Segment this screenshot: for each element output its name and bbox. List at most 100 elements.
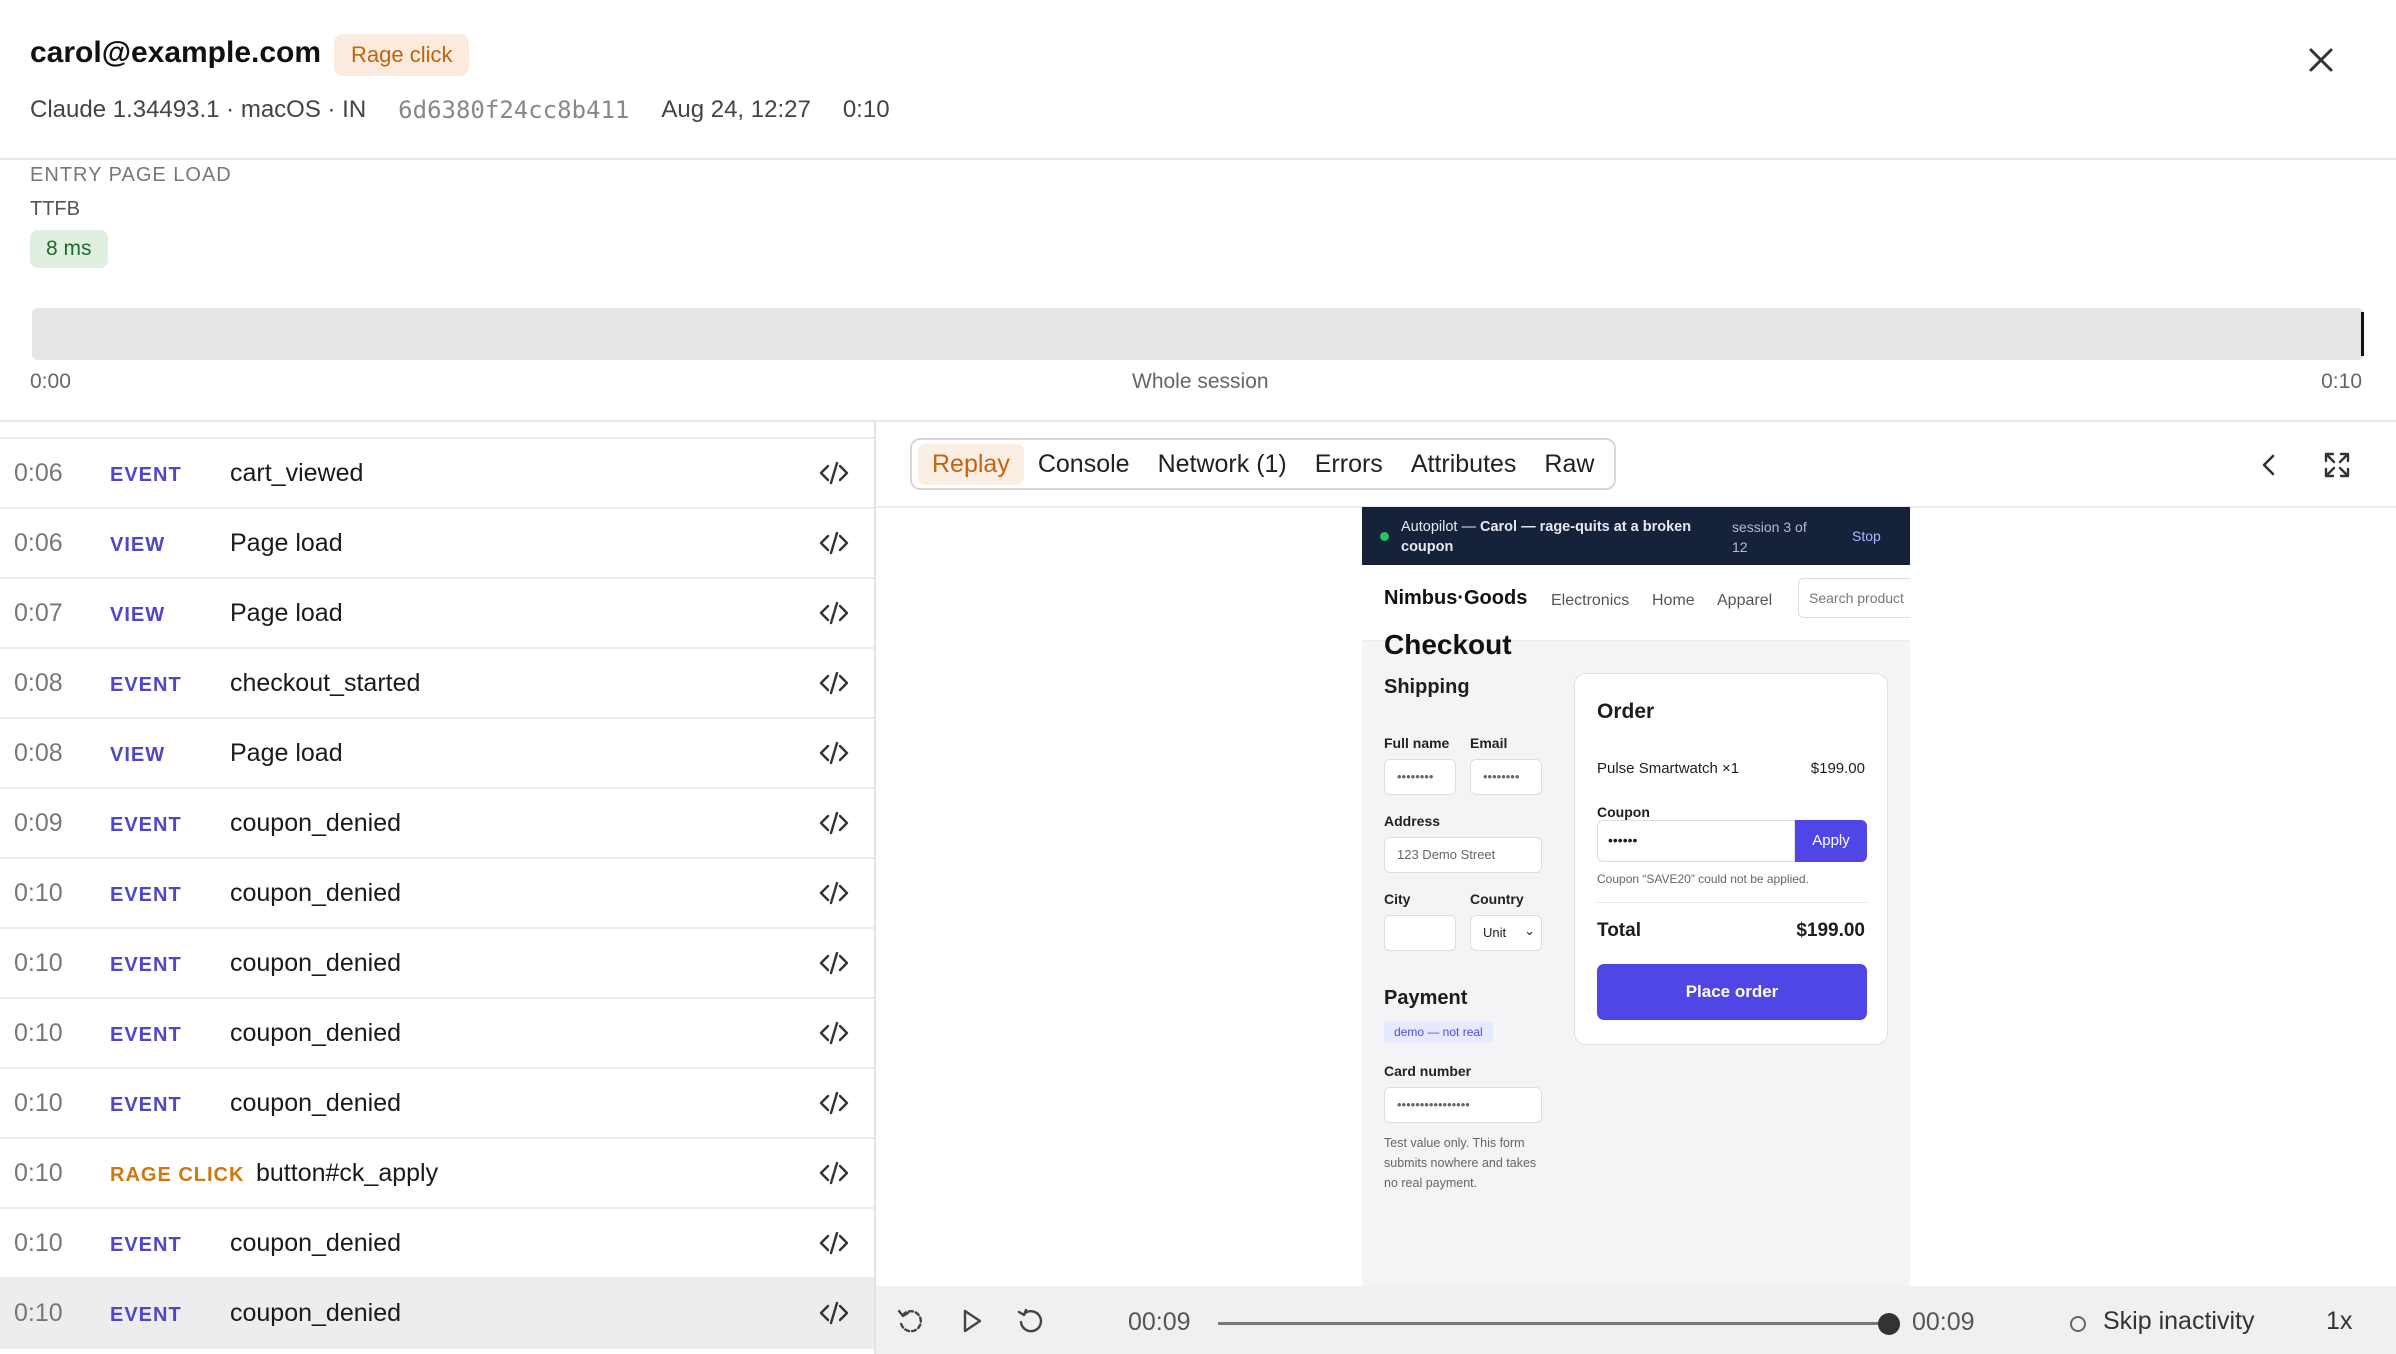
event-name: coupon_denied xyxy=(230,1229,401,1257)
session-duration: 0:10 xyxy=(842,96,890,123)
event-type: EVENT xyxy=(110,884,182,906)
timeline-cursor[interactable] xyxy=(2361,312,2364,356)
tab-raw[interactable]: Raw xyxy=(1530,444,1608,485)
nav-home: Home xyxy=(1652,592,1695,609)
total-label: Total xyxy=(1597,920,1641,941)
fullscreen-icon[interactable] xyxy=(2320,448,2354,482)
end-time: 00:09 xyxy=(1912,1308,1975,1336)
event-row-clipped[interactable]: 0:05 VIEW Page load xyxy=(0,421,874,439)
event-name: coupon_denied xyxy=(230,949,401,977)
event-type: EVENT xyxy=(110,674,182,696)
country-select: Unit ⌄ xyxy=(1470,915,1542,951)
event-name: coupon_denied xyxy=(230,879,401,907)
event-row[interactable]: 0:10 EVENT coupon_denied xyxy=(0,999,874,1069)
timeline-label: Whole session xyxy=(1132,370,1269,393)
event-time: 0:10 xyxy=(14,1089,63,1117)
rewind-icon[interactable] xyxy=(896,1306,926,1336)
event-row[interactable]: 0:08 EVENT checkout_started xyxy=(0,649,874,719)
event-time: 0:10 xyxy=(14,879,63,907)
session-id: 6d6380f24cc8b411 xyxy=(398,96,630,124)
event-row[interactable]: 0:07 VIEW Page load xyxy=(0,579,874,649)
coupon-error: Coupon “SAVE20” could not be applied. xyxy=(1597,872,1809,886)
event-row[interactable]: 0:06 VIEW Page load xyxy=(0,509,874,579)
event-time: 0:08 xyxy=(14,669,63,697)
code-icon[interactable] xyxy=(818,457,850,489)
rage-click-badge: Rage click xyxy=(334,34,470,76)
code-icon[interactable] xyxy=(818,877,850,909)
play-icon[interactable] xyxy=(956,1306,986,1336)
tab-console[interactable]: Console xyxy=(1024,444,1144,485)
autopilot-stop-button[interactable]: Stop xyxy=(1852,528,1881,544)
code-icon[interactable] xyxy=(818,527,850,559)
close-icon[interactable] xyxy=(2301,40,2341,80)
event-name: Page load xyxy=(230,599,343,627)
order-item-price: $199.00 xyxy=(1810,760,1865,777)
event-row[interactable]: 0:10 EVENT coupon_denied xyxy=(0,929,874,999)
event-name: button#ck_apply xyxy=(256,1159,439,1187)
code-icon[interactable] xyxy=(818,1087,850,1119)
site-brand: Nimbus·Goods xyxy=(1384,587,1528,609)
event-name: coupon_denied xyxy=(230,1019,401,1047)
city-label: City xyxy=(1384,891,1411,907)
event-name: coupon_denied xyxy=(230,1299,401,1327)
card-number-label: Card number xyxy=(1384,1063,1472,1079)
event-row[interactable]: 0:10 EVENT coupon_denied xyxy=(0,1209,874,1279)
email-label: Email xyxy=(1470,735,1508,751)
divider xyxy=(1597,902,1867,903)
playback-track[interactable] xyxy=(1218,1322,1888,1325)
event-time: 0:10 xyxy=(14,1019,63,1047)
skip-inactivity-label[interactable]: Skip inactivity xyxy=(2103,1307,2254,1336)
code-icon[interactable] xyxy=(818,597,850,629)
city-field xyxy=(1384,915,1456,951)
tab-attributes[interactable]: Attributes xyxy=(1397,444,1531,485)
tab-replay[interactable]: Replay xyxy=(918,443,1024,485)
playback-knob[interactable] xyxy=(1878,1313,1900,1335)
checkout-title: Checkout xyxy=(1384,629,1512,660)
tab-network[interactable]: Network (1) xyxy=(1144,444,1301,485)
detail-tabs: Replay Console Network (1) Errors Attrib… xyxy=(910,438,1617,490)
event-row[interactable]: 0:08 VIEW Page load xyxy=(0,719,874,789)
restart-icon[interactable] xyxy=(1016,1306,1046,1336)
event-row[interactable]: 0:10 EVENT coupon_denied xyxy=(0,1279,874,1349)
event-row[interactable]: 0:10 EVENT coupon_denied xyxy=(0,859,874,929)
code-icon[interactable] xyxy=(818,1227,850,1259)
country-label: Country xyxy=(1470,891,1524,907)
nav-electronics: Electronics xyxy=(1551,592,1630,609)
event-time: 0:07 xyxy=(14,599,63,627)
card-number-field: •••••••••••••••• xyxy=(1384,1087,1542,1123)
event-row[interactable]: 0:09 EVENT coupon_denied xyxy=(0,789,874,859)
code-icon[interactable] xyxy=(818,1297,850,1329)
code-icon[interactable] xyxy=(818,807,850,839)
current-time: 00:09 xyxy=(1128,1308,1191,1336)
session-timeline[interactable] xyxy=(32,308,2364,360)
address-field: 123 Demo Street xyxy=(1384,837,1542,873)
replay-viewport[interactable]: Autopilot — Carol — rage-quits at a brok… xyxy=(1362,507,1910,1287)
session-header: carol@example.com Rage click Claude 1.34… xyxy=(0,0,2396,160)
event-row[interactable]: 0:10 RAGE CLICK button#ck_apply xyxy=(0,1139,874,1209)
user-email: carol@example.com xyxy=(30,36,322,69)
event-row[interactable]: 0:06 EVENT cart_viewed xyxy=(0,439,874,509)
code-icon[interactable] xyxy=(818,1157,850,1189)
event-type: EVENT xyxy=(110,1024,182,1046)
event-list[interactable]: 0:05 VIEW Page load 0:06 EVENT cart_viewed… xyxy=(0,421,876,1354)
code-icon[interactable] xyxy=(818,1017,850,1049)
autopilot-text: Autopilot — Carol — rage-quits at a brok… xyxy=(1401,517,1701,557)
event-type: EVENT xyxy=(110,954,182,976)
code-icon[interactable] xyxy=(818,737,850,769)
event-time: 0:10 xyxy=(14,1159,63,1187)
chevron-left-icon[interactable] xyxy=(2252,448,2286,482)
code-icon[interactable] xyxy=(818,947,850,979)
playback-speed[interactable]: 1x xyxy=(2326,1307,2352,1336)
order-item: Pulse Smartwatch ×1 xyxy=(1597,760,1740,777)
player-controls: 00:09 00:09 Skip inactivity 1x xyxy=(876,1286,2396,1354)
code-icon[interactable] xyxy=(818,667,850,699)
event-type: EVENT xyxy=(110,1094,182,1116)
event-row[interactable]: 0:10 EVENT coupon_denied xyxy=(0,1069,874,1139)
shipping-title: Shipping xyxy=(1384,676,1470,698)
timeline-end: 0:10 xyxy=(2321,370,2362,393)
session-date: Aug 24, 12:27 xyxy=(661,96,811,123)
event-time: 0:06 xyxy=(14,459,63,487)
skip-inactivity-toggle[interactable] xyxy=(2070,1316,2086,1332)
tab-errors[interactable]: Errors xyxy=(1301,444,1397,485)
event-name: checkout_started xyxy=(230,669,421,697)
